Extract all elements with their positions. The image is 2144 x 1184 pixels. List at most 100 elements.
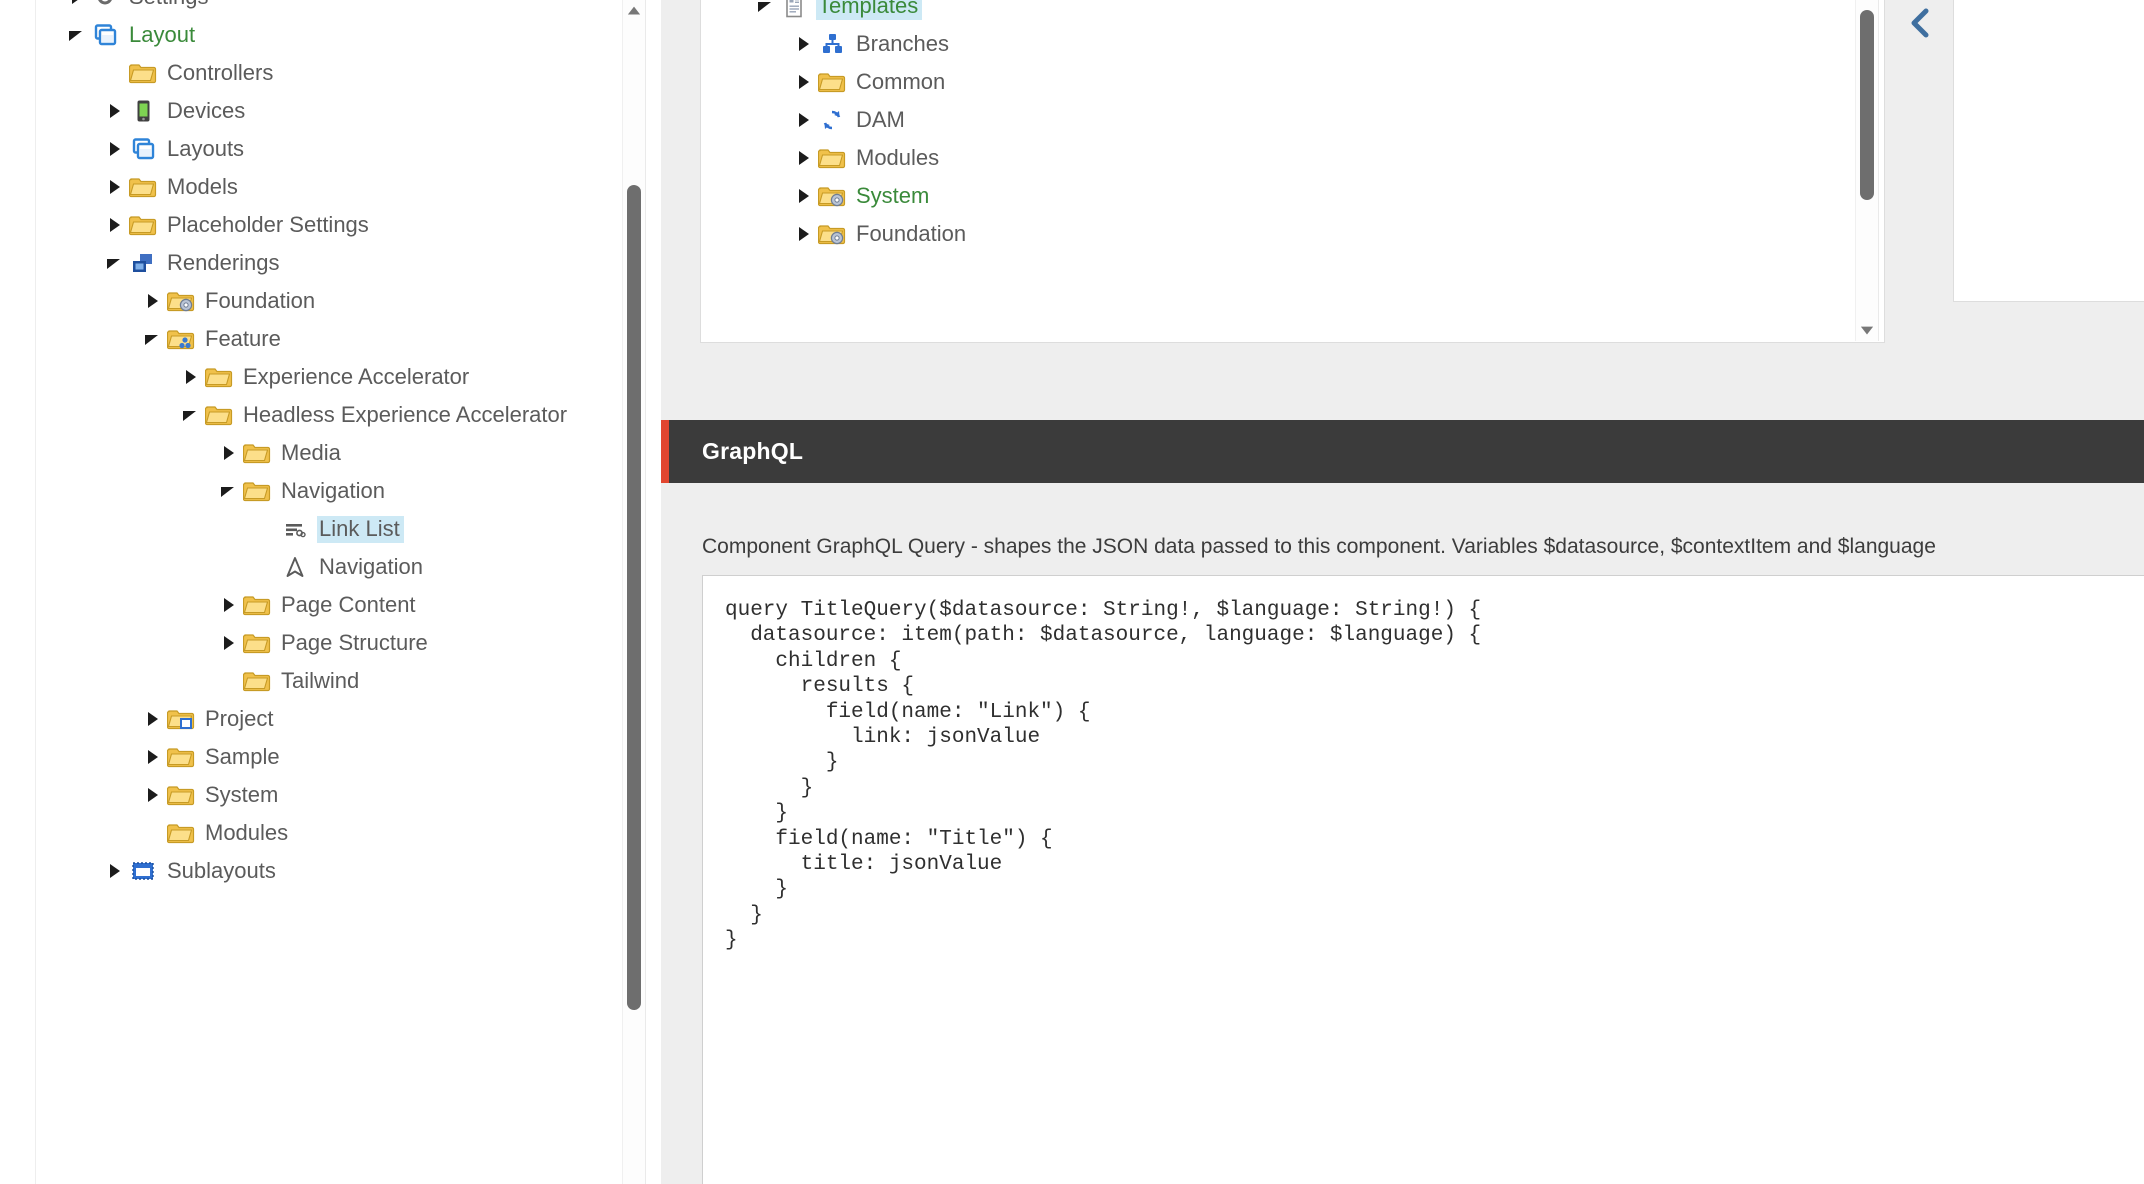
chevron-left-icon (1906, 6, 1932, 45)
graphql-query-editor[interactable]: query TitleQuery($datasource: String!, $… (702, 575, 2144, 1184)
expand-triangle-icon[interactable] (100, 217, 128, 233)
folder-icon (242, 478, 272, 504)
content-tree-gutter (0, 0, 36, 1184)
tree-item-label: Layout (127, 22, 199, 49)
tree-item-branches[interactable]: Branches (701, 25, 1856, 63)
expand-triangle-icon[interactable] (789, 150, 817, 166)
tree-item-label: Models (165, 174, 242, 201)
tree-item-modules[interactable]: Modules (701, 139, 1856, 177)
expand-triangle-icon[interactable] (100, 141, 128, 157)
graphql-query-code[interactable]: query TitleQuery($datasource: String!, $… (703, 576, 2144, 954)
tree-item-link-list[interactable]: Link List (36, 510, 622, 548)
expand-triangle-icon[interactable] (789, 36, 817, 52)
collapse-triangle-icon[interactable] (62, 29, 90, 42)
tree-item-layouts[interactable]: Layouts (36, 130, 622, 168)
folder-gear-icon (817, 221, 847, 247)
collapse-triangle-icon[interactable] (100, 257, 128, 270)
tree-item-templates[interactable]: Templates (701, 0, 1856, 25)
templates-tree-scroll-area[interactable]: TemplatesBranchesCommon DAM ModulesSystemF… (701, 0, 1856, 342)
folder-gear-icon (166, 288, 196, 314)
tree-item-project[interactable]: Project (36, 700, 622, 738)
tree-item-label: Media (279, 440, 345, 467)
expand-triangle-icon[interactable] (789, 74, 817, 90)
folder-icon (128, 174, 158, 200)
expand-triangle-icon[interactable] (100, 179, 128, 195)
expand-triangle-icon[interactable] (214, 445, 242, 461)
graphql-section-header: GraphQL (661, 420, 2144, 483)
tree-item-foundation[interactable]: Foundation (36, 282, 622, 320)
tree-item-label: Page Content (279, 592, 420, 619)
tree-item-layout[interactable]: Layout (36, 16, 622, 54)
templates-scrollbar[interactable] (1855, 0, 1879, 341)
scroll-down-arrow-icon[interactable] (1860, 324, 1874, 336)
templates-scroll-thumb[interactable] (1860, 10, 1874, 200)
tree-item-foundation[interactable]: Foundation (701, 215, 1856, 253)
tree-item-label: Link List (317, 516, 404, 543)
tree-item-page-content[interactable]: Page Content (36, 586, 622, 624)
renderings-icon (128, 250, 158, 276)
collapse-triangle-icon[interactable] (176, 409, 204, 422)
expand-triangle-icon[interactable] (138, 749, 166, 765)
tree-item-headless-experience-accelerator[interactable]: Headless Experience Accelerator (36, 396, 622, 434)
content-tree-scroll-area[interactable]: Settings Layout Controllers Devices Layouts M… (36, 0, 622, 1184)
graphql-section-title: GraphQL (669, 438, 803, 465)
tree-item-renderings[interactable]: Renderings (36, 244, 622, 282)
tree-item-label: Headless Experience Accelerator (241, 402, 571, 429)
graphql-section: GraphQL Component GraphQL Query - shapes… (661, 420, 2144, 1184)
tree-item-controllers[interactable]: Controllers (36, 54, 622, 92)
tree-item-models[interactable]: Models (36, 168, 622, 206)
tree-item-feature[interactable]: Feature (36, 320, 622, 358)
tree-item-experience-accelerator[interactable]: Experience Accelerator (36, 358, 622, 396)
tree-item-label: System (203, 782, 282, 809)
tree-item-system[interactable]: System (701, 177, 1856, 215)
layout-stack-icon (90, 22, 120, 48)
expand-triangle-icon[interactable] (138, 293, 166, 309)
collapse-triangle-icon[interactable] (138, 333, 166, 346)
expand-triangle-icon[interactable] (789, 188, 817, 204)
expand-triangle-icon[interactable] (138, 711, 166, 727)
scroll-up-arrow-icon[interactable] (627, 4, 641, 16)
expand-triangle-icon[interactable] (214, 635, 242, 651)
panel-collapse-button[interactable] (1889, 0, 1949, 76)
tree-item-sample[interactable]: Sample (36, 738, 622, 776)
folder-project-icon (166, 706, 196, 732)
tree-item-tailwind[interactable]: Tailwind (36, 662, 622, 700)
tree-item-label: Project (203, 706, 277, 733)
expand-triangle-icon[interactable] (789, 226, 817, 242)
templates-icon (779, 0, 809, 19)
tree-item-common[interactable]: Common (701, 63, 1856, 101)
tree-item-placeholder-settings[interactable]: Placeholder Settings (36, 206, 622, 244)
content-tree-scrollbar-outer[interactable] (622, 0, 646, 1184)
tree-item-system[interactable]: System (36, 776, 622, 814)
expand-triangle-icon[interactable] (138, 787, 166, 803)
collapse-triangle-icon[interactable] (751, 0, 779, 13)
tree-item-navigation[interactable]: Navigation (36, 548, 622, 586)
expand-triangle-icon[interactable] (62, 0, 90, 5)
expand-triangle-icon[interactable] (100, 103, 128, 119)
right-side-card (1953, 0, 2144, 302)
tree-item-devices[interactable]: Devices (36, 92, 622, 130)
tree-item-modules[interactable]: Modules (36, 814, 622, 852)
navigation-a-icon (280, 554, 310, 580)
expand-triangle-icon[interactable] (100, 863, 128, 879)
expand-triangle-icon[interactable] (176, 369, 204, 385)
tree-item-label: Tailwind (279, 668, 363, 695)
templates-tree-box: TemplatesBranchesCommon DAM ModulesSystemF… (700, 0, 1885, 343)
folder-feature-icon (166, 326, 196, 352)
expand-triangle-icon[interactable] (214, 597, 242, 613)
graphql-description: Component GraphQL Query - shapes the JSO… (702, 535, 2144, 559)
tree-item-label: DAM (854, 107, 909, 134)
tree-item-settings[interactable]: Settings (36, 0, 622, 16)
content-tree-scroll-thumb-outer[interactable] (627, 185, 641, 1010)
folder-icon (166, 782, 196, 808)
tree-item-dam[interactable]: DAM (701, 101, 1856, 139)
tree-item-page-structure[interactable]: Page Structure (36, 624, 622, 662)
tree-item-navigation[interactable]: Navigation (36, 472, 622, 510)
collapse-triangle-icon[interactable] (214, 485, 242, 498)
expand-triangle-icon[interactable] (789, 112, 817, 128)
tree-item-label: Settings (127, 0, 213, 11)
tree-item-label: Devices (165, 98, 249, 125)
tree-item-sublayouts[interactable]: Sublayouts (36, 852, 622, 890)
tree-item-label: Controllers (165, 60, 277, 87)
tree-item-media[interactable]: Media (36, 434, 622, 472)
